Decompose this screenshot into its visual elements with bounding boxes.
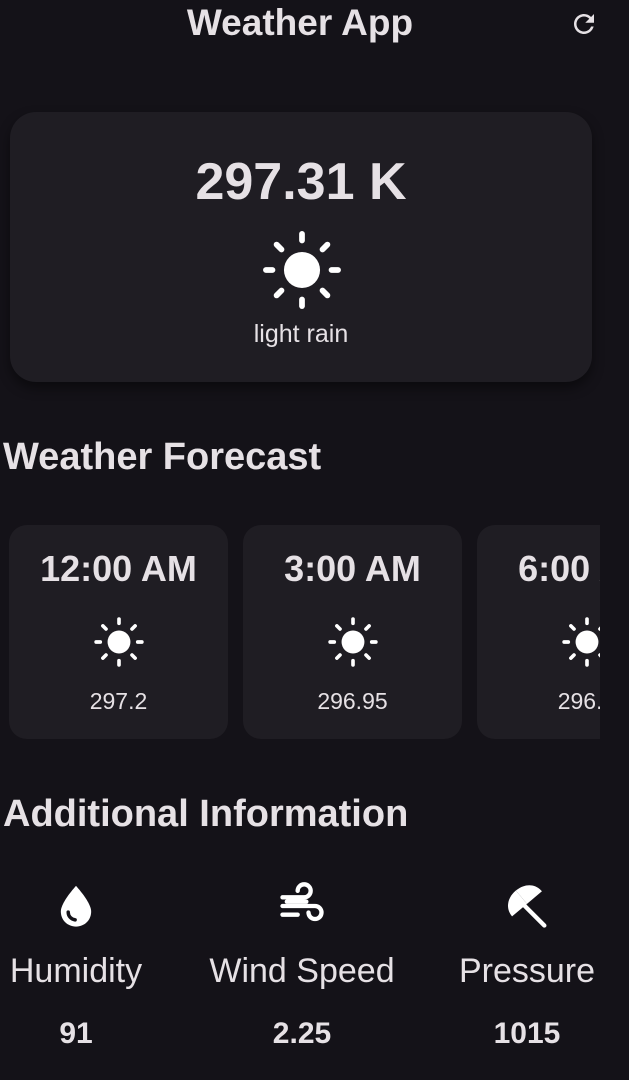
forecast-time: 3:00 AM <box>284 548 421 589</box>
forecast-card: 6:00 AM 296.7 <box>477 525 600 739</box>
app-bar: Weather App <box>0 0 629 50</box>
current-description: light rain <box>253 320 349 348</box>
forecast-temperature: 297.2 <box>89 688 148 714</box>
water-drop-icon <box>60 885 92 927</box>
forecast-time: 6:00 AM <box>518 548 600 589</box>
sun-icon <box>94 617 144 667</box>
wind-speed-value: 2.25 <box>272 1017 332 1050</box>
forecast-card: 12:00 AM 297.2 <box>9 525 228 739</box>
forecast-card: 3:00 AM 296.95 <box>243 525 462 739</box>
wind-icon <box>280 882 324 922</box>
wind-speed-label: Wind Speed <box>209 952 395 990</box>
humidity-label: Humidity <box>9 952 143 990</box>
forecast-temperature: 296.7 <box>557 688 600 714</box>
additional-section-title: Additional Information <box>3 793 409 835</box>
pressure-label: Pressure <box>458 952 596 990</box>
wind-speed-info: Wind Speed 2.25 <box>200 880 404 1060</box>
pressure-info: Pressure 1015 <box>452 880 602 1060</box>
forecast-list[interactable]: 12:00 AM 297.2 3:00 AM 296.95 6:00 296 <box>0 520 600 745</box>
sun-icon <box>562 617 600 667</box>
sun-icon <box>328 617 378 667</box>
current-temperature: 297.31 K <box>195 153 407 211</box>
current-weather-card: 297.31 K light rain <box>10 112 592 382</box>
weather-screen: Weather App 297.31 K light rain Weather … <box>0 0 629 1080</box>
refresh-icon <box>574 14 594 34</box>
refresh-button[interactable] <box>566 6 602 42</box>
app-title: Weather App <box>186 2 414 43</box>
umbrella-icon <box>508 885 547 928</box>
forecast-section-title: Weather Forecast <box>3 436 322 478</box>
pressure-value: 1015 <box>493 1017 561 1050</box>
forecast-time: 12:00 AM <box>40 548 197 589</box>
humidity-info: Humidity 91 <box>0 880 152 1060</box>
forecast-temperature: 296.95 <box>317 688 388 714</box>
sun-icon <box>263 231 341 309</box>
humidity-value: 91 <box>59 1017 93 1050</box>
